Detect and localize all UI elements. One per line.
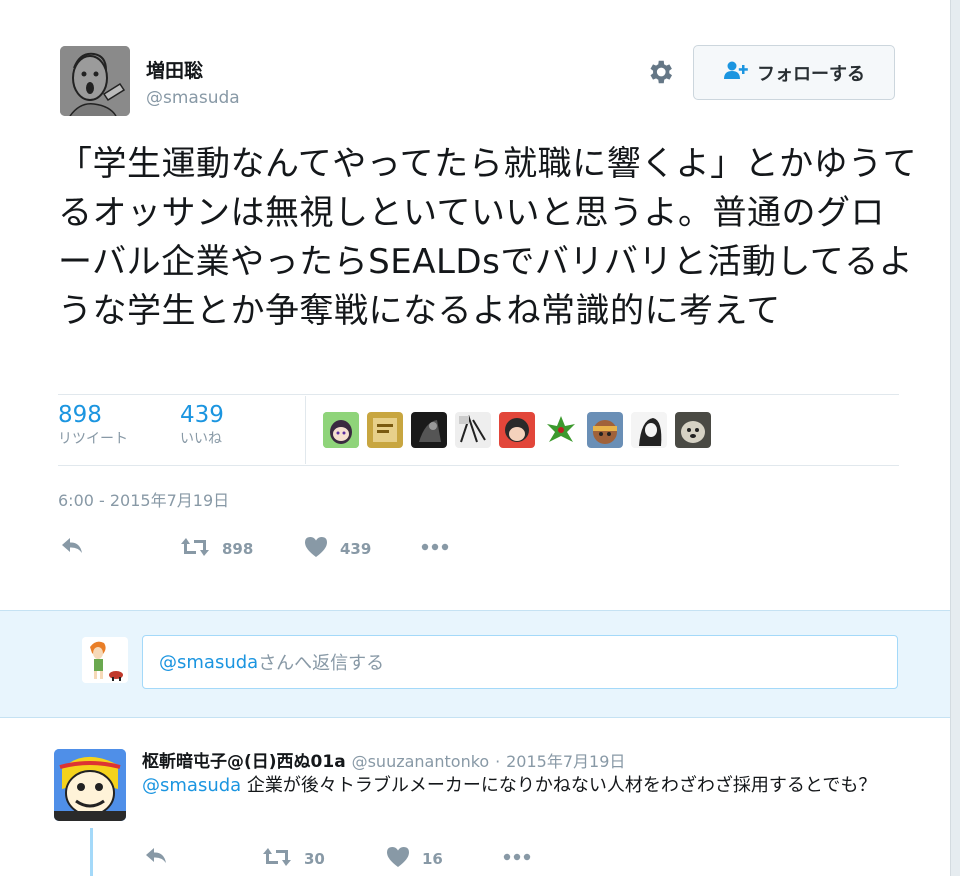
reply-author-name[interactable]: 枢斬暗屯子@(日)西ぬ01a xyxy=(142,752,346,772)
retweet-icon xyxy=(180,536,210,562)
liker-avatar[interactable] xyxy=(367,412,403,448)
more-icon xyxy=(502,846,532,872)
reply-text-body: 企業が後々トラブルメーカーになりかねない人材をわざわざ採用するとでも？ xyxy=(241,775,877,796)
meta-separator: · xyxy=(495,752,501,771)
add-user-icon xyxy=(723,60,749,85)
reply-button[interactable] xyxy=(60,536,84,560)
retweet-label: リツイート xyxy=(58,431,128,447)
retweet-action-count: 898 xyxy=(222,540,254,558)
reply-placeholder: さんへ返信する xyxy=(258,653,385,674)
heart-icon xyxy=(304,536,328,562)
divider xyxy=(305,396,306,464)
reply-like-count: 16 xyxy=(422,850,443,868)
window-edge xyxy=(950,0,960,876)
author-handle[interactable]: @smasuda xyxy=(146,88,240,108)
divider xyxy=(58,465,899,466)
reply-icon xyxy=(144,846,168,870)
gear-icon[interactable] xyxy=(645,57,675,87)
liker-avatar[interactable] xyxy=(499,412,535,448)
heart-icon xyxy=(386,846,410,872)
like-stat[interactable]: 439 いいね xyxy=(180,402,224,448)
retweet-stat[interactable]: 898 リツイート xyxy=(58,402,128,448)
like-button[interactable]: 439 xyxy=(304,536,371,562)
reply-reply-button[interactable] xyxy=(144,846,168,870)
liker-avatar[interactable] xyxy=(323,412,359,448)
reply-more-button[interactable] xyxy=(502,846,532,872)
current-user-avatar[interactable] xyxy=(82,637,128,683)
liker-avatar[interactable] xyxy=(587,412,623,448)
liker-avatar[interactable] xyxy=(455,412,491,448)
reply-text: @smasuda 企業が後々トラブルメーカーになりかねない人材をわざわざ採用する… xyxy=(142,772,902,799)
liker-avatar[interactable] xyxy=(675,412,711,448)
reply-author-avatar[interactable] xyxy=(54,749,126,821)
author-name[interactable]: 増田聡 xyxy=(146,56,203,83)
liker-avatar[interactable] xyxy=(411,412,447,448)
liker-avatar[interactable] xyxy=(631,412,667,448)
liker-avatar[interactable] xyxy=(543,412,579,448)
reply-author-handle[interactable]: @suuzanantonko xyxy=(352,752,490,771)
thread-line xyxy=(90,828,93,876)
follow-button-label: フォローする xyxy=(757,63,865,85)
reply-like-button[interactable]: 16 xyxy=(386,846,443,872)
reply-input[interactable]: @smasuda さんへ返信する xyxy=(142,635,898,689)
retweet-icon xyxy=(262,846,292,872)
like-label: いいね xyxy=(180,431,222,447)
reply-text-mention[interactable]: @smasuda xyxy=(142,775,241,796)
retweet-count: 898 xyxy=(58,402,102,428)
author-avatar[interactable] xyxy=(60,46,130,116)
retweet-button[interactable]: 898 xyxy=(180,536,253,562)
reply-retweet-count: 30 xyxy=(304,850,325,868)
more-button[interactable] xyxy=(420,536,450,562)
like-action-count: 439 xyxy=(340,540,372,558)
follow-button[interactable]: フォローする xyxy=(693,45,895,100)
reply-date[interactable]: 2015年7月19日 xyxy=(506,752,625,771)
tweet-text: 「学生運動なんてやってたら就職に響くよ」とかゆうてるオッサンは無視しといていいと… xyxy=(58,144,918,331)
divider xyxy=(58,394,899,395)
reply-author-row: 枢斬暗屯子@(日)西ぬ01a @suuzanantonko · 2015年7月1… xyxy=(142,747,625,772)
more-icon xyxy=(420,536,450,562)
reply-retweet-button[interactable]: 30 xyxy=(262,846,325,872)
like-count: 439 xyxy=(180,402,224,428)
reply-mention: @smasuda xyxy=(159,651,259,673)
reply-icon xyxy=(60,536,84,560)
tweet-timestamp[interactable]: 6:00 - 2015年7月19日 xyxy=(58,487,229,511)
